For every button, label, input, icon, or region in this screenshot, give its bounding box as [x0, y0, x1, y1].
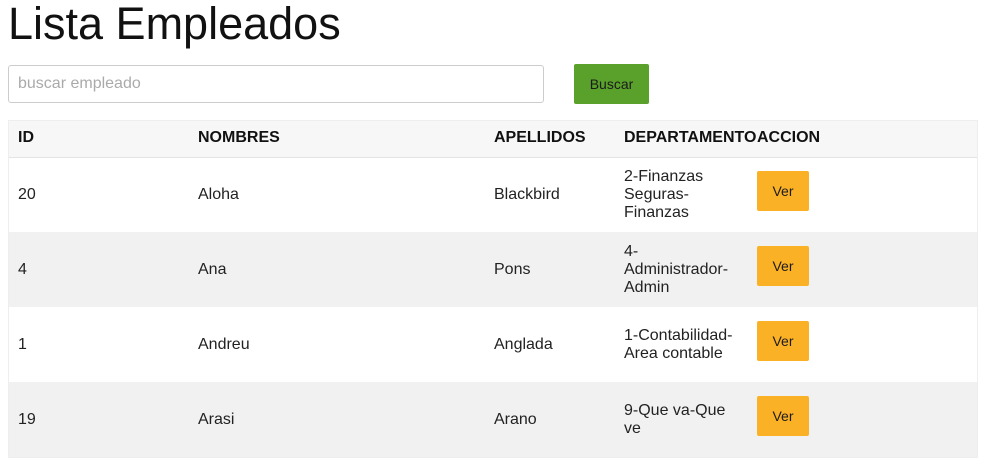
column-header-id: ID	[18, 129, 34, 147]
cell-apellidos: Blackbird	[494, 185, 560, 203]
cell-id: 1	[18, 335, 27, 353]
cell-id: 20	[18, 185, 36, 203]
page: Lista Empleados Buscar ID NOMBRES APELLI…	[0, 0, 986, 470]
cell-accion: Ver	[747, 157, 978, 232]
cell-departamento: 9-Que va-Que ve	[624, 401, 726, 437]
search-row: Buscar	[8, 64, 668, 104]
table-header-row: ID NOMBRES APELLIDOS DEPARTAMENTO ACCION	[8, 120, 978, 157]
cell-departamento: 1-Contabilidad-Area contable	[624, 326, 733, 362]
table-row: 1 Andreu Anglada 1-Contabilidad-Area con…	[8, 307, 978, 382]
cell-apellidos: Anglada	[494, 335, 553, 353]
page-title: Lista Empleados	[8, 0, 341, 49]
cell-nombres: Andreu	[198, 335, 250, 353]
ver-button[interactable]: Ver	[757, 395, 809, 436]
ver-button[interactable]: Ver	[757, 320, 809, 361]
employees-table: ID NOMBRES APELLIDOS DEPARTAMENTO ACCION…	[8, 120, 978, 457]
cell-nombres: Ana	[198, 260, 227, 278]
cell-id: 4	[18, 260, 27, 278]
search-input[interactable]	[8, 65, 544, 103]
table-row: 19 Arasi Arano 9-Que va-Que ve Ver	[8, 382, 978, 457]
cell-departamento: 2-Finanzas Seguras-Finanzas	[624, 167, 704, 221]
column-header-nombres: NOMBRES	[198, 129, 280, 147]
ver-button[interactable]: Ver	[757, 245, 809, 286]
cell-apellidos: Pons	[494, 260, 531, 278]
column-header-departamento: DEPARTAMENTO	[624, 129, 757, 147]
table-row: 20 Aloha Blackbird 2-Finanzas Seguras-Fi…	[8, 157, 978, 232]
cell-apellidos: Arano	[494, 410, 537, 428]
column-header-accion: ACCION	[757, 129, 821, 147]
cell-departamento: 4-Administrador-Admin	[624, 242, 729, 296]
table-row: 4 Ana Pons 4-Administrador-Admin Ver	[8, 232, 978, 307]
cell-nombres: Aloha	[198, 185, 239, 203]
cell-accion: Ver	[747, 232, 978, 307]
cell-accion: Ver	[747, 382, 978, 457]
cell-accion: Ver	[747, 307, 978, 382]
cell-id: 19	[18, 410, 36, 428]
cell-nombres: Arasi	[198, 410, 235, 428]
search-button[interactable]: Buscar	[574, 64, 649, 104]
ver-button[interactable]: Ver	[757, 170, 809, 211]
column-header-apellidos: APELLIDOS	[494, 129, 586, 147]
